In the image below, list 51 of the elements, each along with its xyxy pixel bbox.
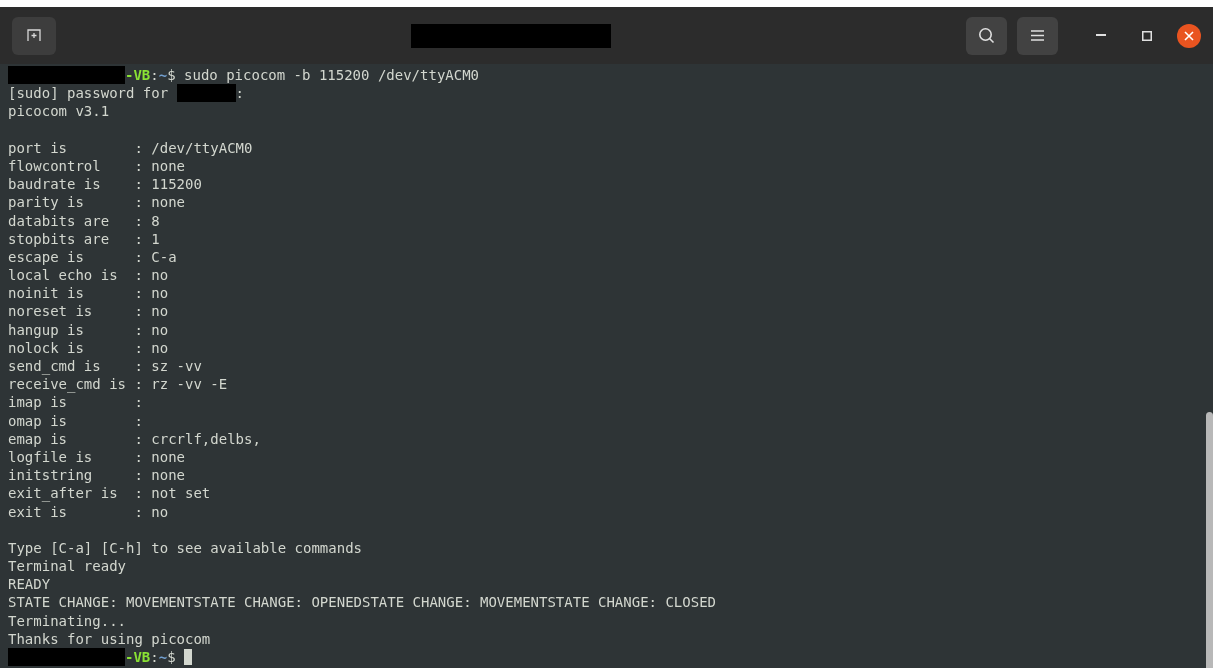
terminal-text: receive_cmd is : rz -vv -E xyxy=(8,376,228,393)
terminal-text: Terminal ready xyxy=(8,558,126,575)
terminal-text: local echo is : no xyxy=(8,267,169,284)
terminal-text: nolock is : no xyxy=(8,339,169,356)
terminal-text: initstring : none xyxy=(8,467,185,484)
terminal-text: [sudo] password for xyxy=(8,85,170,102)
menu-icon xyxy=(1031,30,1044,41)
terminal-text: : xyxy=(150,649,159,665)
text-cursor xyxy=(184,649,193,665)
terminal-text: logfile is : none xyxy=(8,448,185,465)
terminal-text: omap is : xyxy=(8,412,143,429)
terminal-text: STATE CHANGE: MOVEMENTSTATE CHANGE: OPENEDSTATE CHANGE: MOVEMENTSTATE CHANGE: CLOSED xyxy=(8,594,716,611)
terminal-text: flowcontrol : none xyxy=(8,157,185,174)
close-icon xyxy=(1184,30,1194,41)
terminal-text: : xyxy=(235,85,244,102)
menu-button[interactable] xyxy=(1017,16,1058,55)
terminal-text: READY xyxy=(8,576,51,593)
search-icon xyxy=(978,27,995,44)
terminal-text: $ sudo picocom -b 115200 /dev/ttyACM0 xyxy=(167,67,480,83)
terminal-text: : xyxy=(150,67,159,83)
terminal-text: $ xyxy=(167,649,177,665)
terminal-text: imap is : xyxy=(8,394,143,411)
scrollbar-thumb[interactable] xyxy=(1206,412,1213,668)
prompt-host: -VB xyxy=(125,67,151,83)
terminal-text: exit is : no xyxy=(8,503,169,520)
search-button[interactable] xyxy=(966,16,1007,55)
terminal-text: noreset is : no xyxy=(8,303,169,320)
prompt-path: ~ xyxy=(158,649,168,665)
terminal-text: databits are : 8 xyxy=(8,212,160,229)
terminal-text: escape is : C-a xyxy=(8,248,177,265)
terminal-text: baudrate is : 115200 xyxy=(8,176,202,193)
terminal-text: exit_after is : not set xyxy=(8,485,211,502)
minimize-icon xyxy=(1096,34,1106,37)
prompt-host: -VB xyxy=(125,649,151,665)
close-button[interactable] xyxy=(1177,23,1201,48)
maximize-icon xyxy=(1142,30,1152,41)
terminal-text: Terminating... xyxy=(8,612,126,629)
terminal-text: emap is : crcrlf,delbs, xyxy=(8,430,261,447)
prompt-path: ~ xyxy=(158,67,168,83)
terminal-text: port is : /dev/ttyACM0 xyxy=(8,139,253,156)
terminal-text: picocom v3.1 xyxy=(8,103,110,120)
terminal-text: Type [C-a] [C-h] to see available commands xyxy=(8,539,362,556)
terminal-text: hangup is : no xyxy=(8,321,169,338)
new-tab-button[interactable] xyxy=(12,16,56,55)
terminal-text: stopbits are : 1 xyxy=(8,230,160,247)
terminal-text: noinit is : no xyxy=(8,285,169,302)
terminal-text: Thanks for using picocom xyxy=(8,630,211,647)
terminal-text: parity is : none xyxy=(8,194,185,211)
terminal-text: send_cmd is : sz -vv xyxy=(8,358,202,374)
terminal-area[interactable] xyxy=(0,64,1213,668)
new-tab-icon xyxy=(27,29,41,42)
